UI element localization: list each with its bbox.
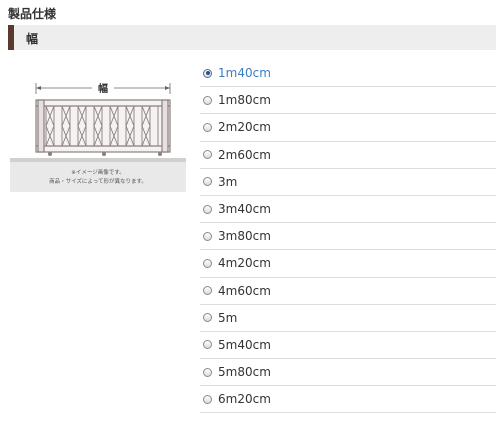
- radio-button[interactable]: [203, 177, 212, 187]
- width-options-list: 1m40cm 1m80cm 2m20cm 2m60cm 3m 3m40cm 3m80cm 4m…: [200, 60, 496, 414]
- width-option[interactable]: 3m80cm: [200, 223, 496, 251]
- width-option-label: 2m20cm: [218, 120, 271, 135]
- radio-button[interactable]: [203, 68, 212, 78]
- width-option[interactable]: 4m60cm: [200, 278, 496, 305]
- radio-button[interactable]: [203, 340, 212, 350]
- ground-strip: [10, 158, 186, 162]
- radio-button[interactable]: [203, 204, 212, 214]
- width-option-label: 5m40cm: [218, 337, 271, 352]
- width-option[interactable]: 1m40cm: [200, 60, 496, 88]
- dimension-label: 幅: [98, 82, 108, 95]
- width-option[interactable]: 5m: [200, 305, 496, 332]
- width-option-label: 5m: [218, 310, 238, 325]
- radio-button[interactable]: [203, 122, 212, 132]
- radio-button[interactable]: [203, 367, 212, 377]
- radio-button[interactable]: [203, 258, 212, 268]
- width-option-label: 3m80cm: [218, 229, 271, 244]
- radio-button[interactable]: [203, 231, 212, 241]
- radio-button[interactable]: [203, 150, 212, 160]
- width-option-label: 2m60cm: [218, 147, 271, 162]
- gate-wheels: [48, 152, 162, 156]
- width-option[interactable]: 4m20cm: [200, 250, 496, 278]
- radio-button[interactable]: [203, 286, 212, 296]
- width-option-label: 6m20cm: [218, 392, 271, 407]
- dimension-arrow-right: [165, 86, 170, 90]
- radio-button[interactable]: [203, 394, 212, 404]
- caption-line-2: 商品・サイズによって形が異なります。: [49, 177, 147, 185]
- width-option[interactable]: 1m80cm: [200, 87, 496, 115]
- width-option[interactable]: 5m80cm: [200, 359, 496, 387]
- width-option-label: 5m80cm: [218, 365, 271, 380]
- width-option-label: 3m40cm: [218, 202, 271, 217]
- width-option-label: 4m20cm: [218, 256, 271, 271]
- width-option[interactable]: 2m60cm: [200, 142, 496, 169]
- product-spec-page: 製品仕様 幅 幅 ※イメージ画像です。 商品・サイズによって形が異なります。 1…: [0, 0, 500, 432]
- width-option[interactable]: 3m40cm: [200, 196, 496, 224]
- gate-illustration: 幅 ※イメージ画像です。 商品・サイズによって形が異なります。: [10, 81, 186, 192]
- width-option-label: 1m80cm: [218, 93, 271, 108]
- section-label: 幅: [26, 32, 39, 46]
- width-option-label: 4m60cm: [218, 283, 271, 298]
- caption-line-1: ※イメージ画像です。: [71, 168, 124, 176]
- radio-button[interactable]: [203, 313, 212, 323]
- width-option[interactable]: 5m40cm: [200, 332, 496, 360]
- width-option[interactable]: 3m: [200, 169, 496, 196]
- radio-button[interactable]: [203, 95, 212, 105]
- width-option[interactable]: 2m20cm: [200, 114, 496, 142]
- page-title: 製品仕様: [8, 7, 57, 21]
- width-option-label: 3m: [218, 174, 238, 189]
- width-option-label: 1m40cm: [218, 66, 271, 81]
- width-option[interactable]: 6m20cm: [200, 386, 496, 414]
- dimension-arrow-left: [36, 86, 41, 90]
- caption-area: [10, 162, 186, 192]
- width-section-header: 幅: [8, 25, 496, 50]
